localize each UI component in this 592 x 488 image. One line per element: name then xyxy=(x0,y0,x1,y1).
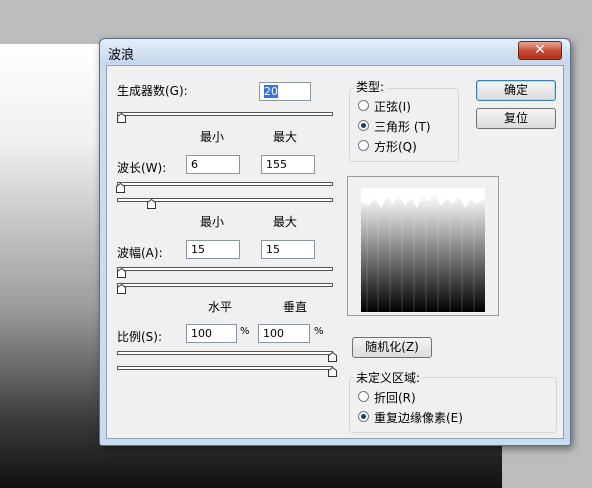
close-icon: ✕ xyxy=(534,42,546,58)
amplitude-max-header: 最大 xyxy=(273,215,298,229)
amplitude-label: 波幅(A): xyxy=(117,246,163,260)
type-option-triangle[interactable]: 三角形 (T) xyxy=(374,118,431,135)
generators-slider-track[interactable] xyxy=(117,112,333,116)
scale-vertical-unit: % xyxy=(314,326,324,337)
scale-horizontal-unit: % xyxy=(240,326,250,337)
radio-square-icon[interactable] xyxy=(358,140,369,151)
scale-vertical-header: 垂直 xyxy=(283,300,308,314)
radio-repeat-edge-icon[interactable] xyxy=(358,411,369,422)
amplitude-min-slider-thumb-icon[interactable] xyxy=(117,268,126,278)
scale-horizontal-slider-track[interactable] xyxy=(117,351,333,355)
preview-frame xyxy=(347,176,499,316)
wavelength-max-header: 最大 xyxy=(273,130,298,144)
scale-vertical-slider-thumb-icon[interactable] xyxy=(328,367,337,377)
scale-horizontal-field[interactable]: 100 xyxy=(186,324,237,343)
wave-preview-graphic xyxy=(361,188,485,312)
generators-field[interactable]: 20 xyxy=(259,82,311,101)
radio-wrap-around-icon[interactable] xyxy=(358,391,369,402)
radio-sine-icon[interactable] xyxy=(358,100,369,111)
title-bar[interactable]: 波浪 ✕ xyxy=(100,39,570,64)
ok-button[interactable]: 确定 xyxy=(476,80,556,101)
generators-value: 20 xyxy=(264,85,278,98)
wavelength-min-header: 最小 xyxy=(200,130,225,144)
undefined-area-title: 未定义区域: xyxy=(354,369,423,386)
undefined-option-repeat-edge[interactable]: 重复边缘像素(E) xyxy=(374,409,463,426)
radio-triangle-icon[interactable] xyxy=(358,120,369,131)
randomize-button[interactable]: 随机化(Z) xyxy=(352,337,432,358)
scale-horizontal-header: 水平 xyxy=(208,300,233,314)
wavelength-max-field[interactable]: 155 xyxy=(261,155,315,174)
type-option-square[interactable]: 方形(Q) xyxy=(374,138,417,155)
dialog-title: 波浪 xyxy=(108,48,135,63)
scale-vertical-slider-track[interactable] xyxy=(117,366,333,370)
type-group-title: 类型: xyxy=(354,78,387,95)
wave-preview-image xyxy=(361,188,485,312)
amplitude-max-slider-track[interactable] xyxy=(117,283,333,287)
generators-slider-thumb-icon[interactable] xyxy=(117,113,126,123)
undefined-option-wrap[interactable]: 折回(R) xyxy=(374,389,416,406)
generators-label: 生成器数(G): xyxy=(117,84,188,98)
wavelength-label: 波长(W): xyxy=(117,161,167,175)
amplitude-max-slider-thumb-icon[interactable] xyxy=(117,284,126,294)
amplitude-max-field[interactable]: 15 xyxy=(261,240,315,259)
wavelength-min-slider-thumb-icon[interactable] xyxy=(116,183,125,193)
wavelength-max-slider-thumb-icon[interactable] xyxy=(147,199,156,209)
scale-vertical-field[interactable]: 100 xyxy=(258,324,310,343)
scale-horizontal-slider-thumb-icon[interactable] xyxy=(328,352,337,362)
reset-button[interactable]: 复位 xyxy=(476,108,556,129)
wavelength-min-field[interactable]: 6 xyxy=(186,155,240,174)
amplitude-min-field[interactable]: 15 xyxy=(186,240,240,259)
type-option-sine[interactable]: 正弦(I) xyxy=(374,98,411,115)
amplitude-min-slider-track[interactable] xyxy=(117,267,333,271)
close-button[interactable]: ✕ xyxy=(518,41,562,60)
wavelength-min-slider-track[interactable] xyxy=(117,182,333,186)
scale-label: 比例(S): xyxy=(117,330,163,344)
dialog-body: 生成器数(G): 20 最小 最大 波长(W): 6 155 最小 最大 波幅(… xyxy=(106,65,564,439)
amplitude-min-header: 最小 xyxy=(200,215,225,229)
wave-dialog: 波浪 ✕ 生成器数(G): 20 最小 最大 波长(W): 6 155 最小 最… xyxy=(99,38,571,446)
